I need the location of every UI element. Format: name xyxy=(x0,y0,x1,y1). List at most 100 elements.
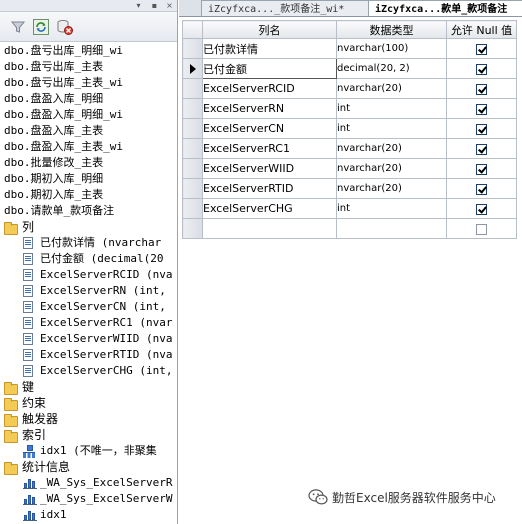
column-name-cell[interactable]: 已付款详情 xyxy=(202,38,337,59)
tree-node-table[interactable]: dbo.盘盈入库_主表 xyxy=(0,123,177,139)
column-name-cell[interactable]: ExcelServerRC1 xyxy=(202,138,337,159)
table-row[interactable]: 已付金额 decimal(20, 2) xyxy=(182,58,517,79)
row-selector[interactable] xyxy=(182,178,203,199)
column-name-cell[interactable]: ExcelServerRTID xyxy=(202,178,337,199)
tree-node-folder[interactable]: 约束 xyxy=(0,395,177,411)
tree-node-table[interactable]: dbo.盘亏出库_明细_wi xyxy=(0,43,177,59)
data-type-cell[interactable]: nvarchar(20) xyxy=(336,158,447,179)
table-row[interactable] xyxy=(182,218,517,239)
row-selector[interactable] xyxy=(182,58,203,79)
allow-null-checkbox[interactable] xyxy=(476,63,487,75)
data-type-cell[interactable]: int xyxy=(336,118,447,139)
allow-null-checkbox[interactable] xyxy=(476,143,487,155)
tree-node-table[interactable]: dbo.请款单_款项备注 xyxy=(0,203,177,219)
tree-node-table[interactable]: dbo.盘盈入库_明细_wi xyxy=(0,107,177,123)
close-icon[interactable]: × xyxy=(165,1,174,10)
data-type-cell[interactable]: nvarchar(100) xyxy=(336,38,447,59)
table-row[interactable]: ExcelServerRC1 nvarchar(20) xyxy=(182,138,517,159)
column-name-cell[interactable]: ExcelServerWIID xyxy=(202,158,337,179)
corner-cell[interactable] xyxy=(182,20,203,39)
column-name-cell[interactable]: ExcelServerCHG xyxy=(202,198,337,219)
tree-node-table[interactable]: dbo.盘盈入库_主表_wi xyxy=(0,139,177,155)
tab-table-design-wi[interactable]: iZcyfxca..._款项备注_wi* xyxy=(201,0,369,16)
data-type-cell[interactable] xyxy=(336,218,447,239)
tree-node-label: 约束 xyxy=(22,396,47,410)
tree-node-folder[interactable]: 索引 xyxy=(0,427,177,443)
tree-node-column[interactable]: ExcelServerWIID (nva xyxy=(0,331,177,347)
tree-node-stat[interactable]: _WA_Sys_ExcelServerR xyxy=(0,475,177,491)
tree-node-stat[interactable]: idx1 xyxy=(0,507,177,523)
table-row[interactable]: ExcelServerWIID nvarchar(20) xyxy=(182,158,517,179)
allow-null-checkbox[interactable] xyxy=(476,43,487,55)
tree-node-table[interactable]: dbo.期初入库_主表 xyxy=(0,187,177,203)
tree-node-column[interactable]: ExcelServerRTID (nva xyxy=(0,347,177,363)
column-header-allow-null[interactable]: 允许 Null 值 xyxy=(446,20,517,39)
row-selector[interactable] xyxy=(182,218,203,239)
tree-node-column[interactable]: ExcelServerRCID (nva xyxy=(0,267,177,283)
data-type-cell[interactable]: nvarchar(20) xyxy=(336,78,447,99)
table-row[interactable]: ExcelServerRCID nvarchar(20) xyxy=(182,78,517,99)
table-row[interactable]: ExcelServerCHG int xyxy=(182,198,517,219)
tree-node-column[interactable]: ExcelServerRN (int, xyxy=(0,283,177,299)
tree-node-column[interactable]: 已付款详情 (nvarchar xyxy=(0,235,177,251)
allow-null-checkbox[interactable] xyxy=(476,223,487,235)
tree-node-label: dbo.盘亏出库_明细_wi xyxy=(4,44,123,57)
tree-node-column[interactable]: ExcelServerCHG (int, xyxy=(0,363,177,379)
table-row[interactable]: ExcelServerCN int xyxy=(182,118,517,139)
allow-null-checkbox[interactable] xyxy=(476,83,487,95)
filter-icon xyxy=(11,21,25,33)
data-type-cell[interactable]: nvarchar(20) xyxy=(336,138,447,159)
allow-null-checkbox[interactable] xyxy=(476,163,487,175)
row-selector[interactable] xyxy=(182,118,203,139)
tree-node-label: ExcelServerRTID (nva xyxy=(40,348,173,361)
column-name-cell[interactable] xyxy=(202,218,337,239)
row-selector[interactable] xyxy=(182,38,203,59)
tree-node-table[interactable]: dbo.盘盈入库_明细 xyxy=(0,91,177,107)
allow-null-checkbox[interactable] xyxy=(476,123,487,135)
filter-button[interactable] xyxy=(9,18,27,36)
auto-hide-icon[interactable]: ▪ xyxy=(150,1,159,10)
tree-node-label: dbo.期初入库_主表 xyxy=(4,188,104,201)
data-type-cell[interactable]: nvarchar(20) xyxy=(336,178,447,199)
tree-node-column[interactable]: 已付金额 (decimal(20 xyxy=(0,251,177,267)
allow-null-checkbox[interactable] xyxy=(476,103,487,115)
tree-node-table[interactable]: dbo.期初入库_明细 xyxy=(0,171,177,187)
tree-node-table[interactable]: dbo.盘亏出库_主表 xyxy=(0,59,177,75)
column-header-name[interactable]: 列名 xyxy=(202,20,337,39)
tree-node-column[interactable]: ExcelServerCN (int, xyxy=(0,299,177,315)
column-name-cell[interactable]: 已付金额 xyxy=(202,58,337,79)
tree-node-table[interactable]: dbo.盘亏出库_主表_wi xyxy=(0,75,177,91)
tree-node-column[interactable]: ExcelServerRC1 (nvar xyxy=(0,315,177,331)
tree-node-folder[interactable]: 触发器 xyxy=(0,411,177,427)
column-name-cell[interactable]: ExcelServerRN xyxy=(202,98,337,119)
row-selector[interactable] xyxy=(182,98,203,119)
tab-table-design-active[interactable]: iZcyfxca...款单_款项备注 xyxy=(368,0,522,16)
column-name-cell[interactable]: ExcelServerCN xyxy=(202,118,337,139)
stop-button[interactable] xyxy=(56,18,74,36)
row-selector[interactable] xyxy=(182,138,203,159)
tree-node-folder[interactable]: 统计信息 xyxy=(0,459,177,475)
row-selector[interactable] xyxy=(182,78,203,99)
allow-null-checkbox[interactable] xyxy=(476,183,487,195)
table-row[interactable]: ExcelServerRTID nvarchar(20) xyxy=(182,178,517,199)
watermark-text: 勤哲Excel服务器软件服务中心 xyxy=(332,490,496,505)
tree-node-table[interactable]: dbo.批量修改_主表 xyxy=(0,155,177,171)
table-row[interactable]: 已付款详情 nvarchar(100) xyxy=(182,38,517,59)
data-type-cell[interactable]: int xyxy=(336,198,447,219)
pin-icon[interactable]: ▾ xyxy=(134,1,143,10)
tree-node-folder[interactable]: 键 xyxy=(0,379,177,395)
table-row[interactable]: ExcelServerRN int xyxy=(182,98,517,119)
row-selector[interactable] xyxy=(182,158,203,179)
tree-node-index[interactable]: idx1 (不唯一，非聚集 xyxy=(0,443,177,459)
row-selector[interactable] xyxy=(182,198,203,219)
data-type-cell[interactable]: decimal(20, 2) xyxy=(336,58,447,79)
allow-null-checkbox[interactable] xyxy=(476,203,487,215)
allow-null-cell xyxy=(446,198,517,219)
allow-null-cell xyxy=(446,98,517,119)
tree-node-stat[interactable]: _WA_Sys_ExcelServerW xyxy=(0,491,177,507)
tree-node-folder[interactable]: 列 xyxy=(0,219,177,235)
column-header-type[interactable]: 数据类型 xyxy=(336,20,447,39)
refresh-button[interactable] xyxy=(32,18,50,36)
data-type-cell[interactable]: int xyxy=(336,98,447,119)
column-name-cell[interactable]: ExcelServerRCID xyxy=(202,78,337,99)
